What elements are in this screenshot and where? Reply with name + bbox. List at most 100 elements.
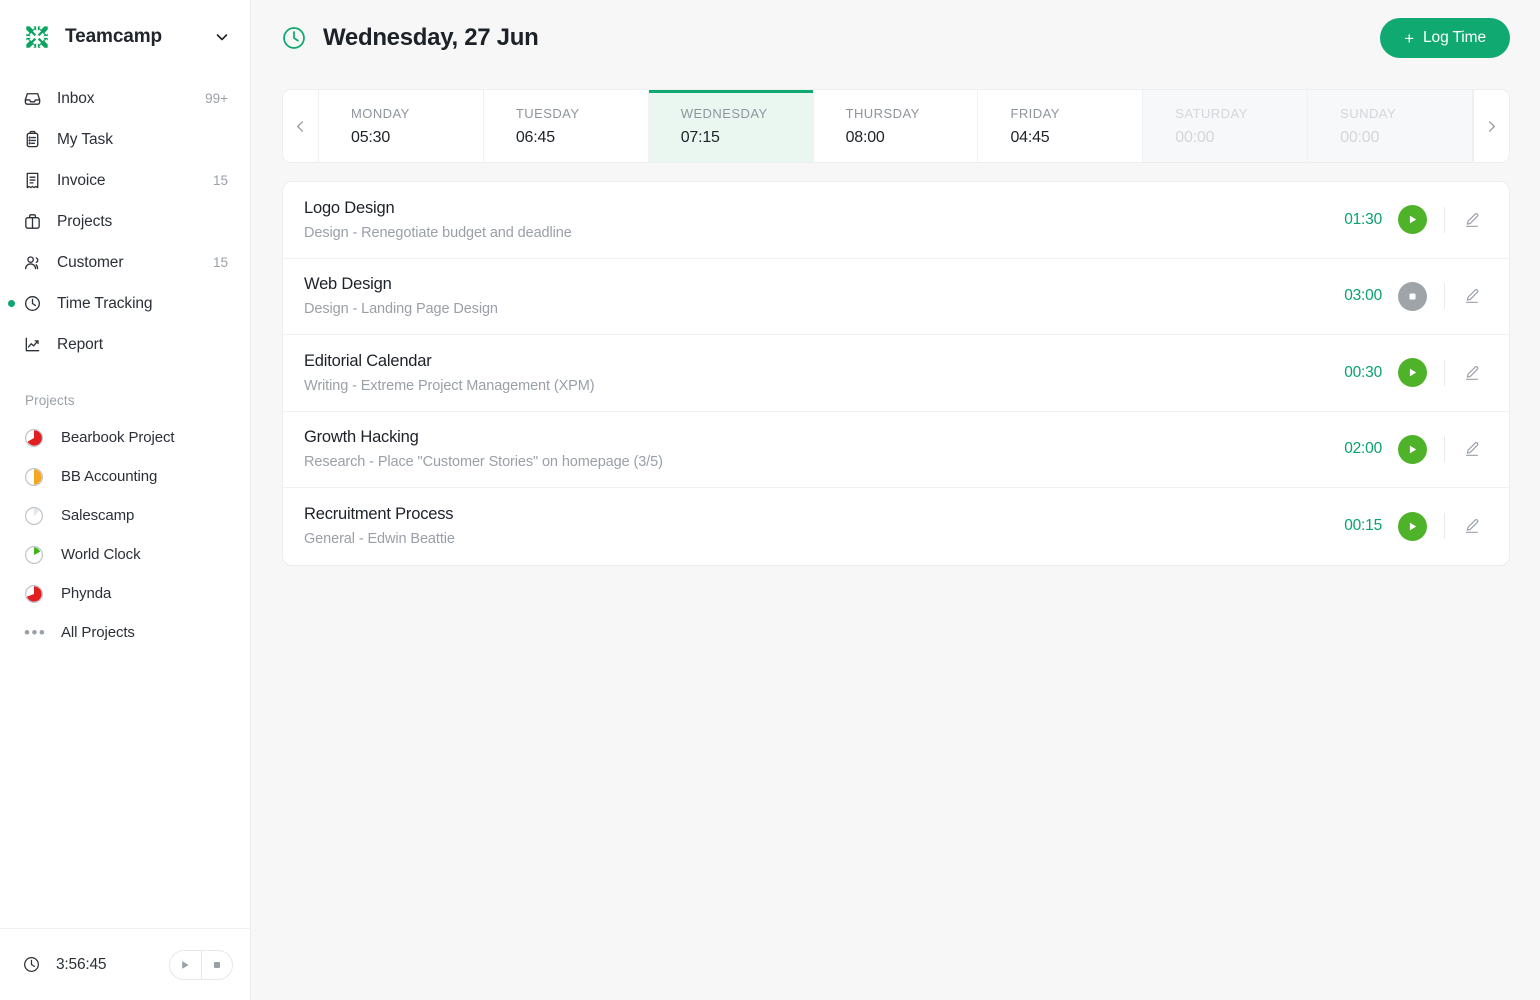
brand-header[interactable]: Teamcamp bbox=[0, 0, 250, 74]
play-icon[interactable] bbox=[1398, 511, 1427, 541]
table-row[interactable]: Growth Hacking Research - Place "Custome… bbox=[283, 412, 1509, 488]
sidebar-item-label: Customer bbox=[57, 253, 124, 271]
day-time: 00:00 bbox=[1340, 128, 1380, 146]
divider bbox=[1444, 436, 1445, 463]
task-duration: 00:15 bbox=[1344, 517, 1382, 535]
clock-icon bbox=[22, 294, 42, 314]
day-tab-friday[interactable]: FRIDAY 04:45 bbox=[978, 90, 1144, 162]
page-title: Wednesday, 27 Jun bbox=[323, 24, 539, 51]
users-icon bbox=[22, 253, 42, 273]
pencil-icon[interactable] bbox=[1461, 362, 1483, 384]
sidebar: Teamcamp Inbox 99+ My Task Invoice 15 Pr… bbox=[0, 0, 251, 1000]
day-name: MONDAY bbox=[351, 105, 410, 121]
plus-icon: + bbox=[1404, 28, 1415, 48]
task-duration: 01:30 bbox=[1344, 210, 1382, 228]
brand-name: Teamcamp bbox=[65, 26, 163, 47]
sidebar-item-report[interactable]: Report bbox=[0, 324, 250, 365]
stop-icon[interactable] bbox=[1398, 281, 1427, 311]
day-name: FRIDAY bbox=[1010, 105, 1060, 121]
task-subtitle: Writing - Extreme Project Management (XP… bbox=[304, 377, 595, 394]
day-tab-wednesday[interactable]: WEDNESDAY 07:15 bbox=[648, 90, 814, 162]
clock-icon bbox=[22, 955, 42, 975]
project-item-phynda[interactable]: Phynda bbox=[0, 574, 250, 613]
day-tab-sunday[interactable]: SUNDAY 00:00 bbox=[1308, 90, 1474, 162]
invoice-icon bbox=[22, 171, 42, 191]
table-row[interactable]: Logo Design Design - Renegotiate budget … bbox=[283, 182, 1509, 259]
task-subtitle: Design - Renegotiate budget and deadline bbox=[304, 224, 572, 241]
primary-navigation: Inbox 99+ My Task Invoice 15 Projects Cu… bbox=[0, 74, 250, 365]
projects-section-title: Projects bbox=[25, 393, 75, 408]
chart-line-icon bbox=[22, 335, 42, 355]
log-time-button[interactable]: + Log Time bbox=[1380, 18, 1510, 58]
divider bbox=[1444, 283, 1445, 310]
day-name: TUESDAY bbox=[515, 105, 580, 121]
sidebar-item-my-task[interactable]: My Task bbox=[0, 119, 250, 160]
pencil-icon[interactable] bbox=[1461, 285, 1483, 307]
project-item-label: Bearbook Project bbox=[61, 429, 175, 446]
sidebar-item-time-tracking[interactable]: Time Tracking bbox=[0, 283, 250, 324]
project-item-world-clock[interactable]: World Clock bbox=[0, 535, 250, 574]
clock-icon bbox=[281, 25, 307, 51]
sidebar-item-inbox[interactable]: Inbox 99+ bbox=[0, 78, 250, 119]
pencil-icon[interactable] bbox=[1461, 209, 1483, 231]
table-row[interactable]: Recruitment Process General - Edwin Beat… bbox=[283, 488, 1509, 565]
project-item-bearbook-project[interactable]: Bearbook Project bbox=[0, 418, 250, 457]
sidebar-item-badge: 15 bbox=[212, 255, 228, 270]
sidebar-item-label: Projects bbox=[57, 212, 113, 230]
project-item-salescamp[interactable]: Salescamp bbox=[0, 496, 250, 535]
pie-progress-icon bbox=[23, 544, 45, 566]
ellipsis-icon: ••• bbox=[24, 623, 47, 642]
pie-progress-icon bbox=[23, 505, 45, 527]
week-day-tabs: MONDAY 05:30 TUESDAY 06:45 WEDNESDAY 07:… bbox=[282, 89, 1510, 163]
time-entry-list: Logo Design Design - Renegotiate budget … bbox=[282, 181, 1510, 566]
project-item-label: BB Accounting bbox=[61, 468, 158, 485]
day-name: SUNDAY bbox=[1340, 105, 1397, 121]
sidebar-item-invoice[interactable]: Invoice 15 bbox=[0, 160, 250, 201]
task-duration: 00:30 bbox=[1344, 363, 1382, 381]
task-subtitle: Design - Landing Page Design bbox=[304, 301, 498, 318]
task-actions: 01:30 bbox=[1344, 205, 1483, 235]
table-row[interactable]: Editorial Calendar Writing - Extreme Pro… bbox=[283, 335, 1509, 412]
day-tab-thursday[interactable]: THURSDAY 08:00 bbox=[813, 90, 979, 162]
task-subtitle: Research - Place "Customer Stories" on h… bbox=[304, 454, 663, 471]
chevron-left-icon[interactable] bbox=[283, 90, 319, 162]
day-name: THURSDAY bbox=[845, 105, 920, 121]
teamcamp-logo-icon bbox=[22, 22, 52, 52]
sidebar-item-projects[interactable]: Projects bbox=[0, 201, 250, 242]
task-info: Growth Hacking Research - Place "Custome… bbox=[304, 428, 663, 470]
project-item-label: Salescamp bbox=[61, 507, 135, 524]
day-time: 06:45 bbox=[515, 128, 555, 146]
task-actions: 00:15 bbox=[1344, 511, 1483, 541]
task-duration: 02:00 bbox=[1344, 440, 1382, 458]
log-time-label: Log Time bbox=[1423, 29, 1486, 46]
task-title: Recruitment Process bbox=[304, 505, 454, 524]
sidebar-item-customer[interactable]: Customer 15 bbox=[0, 242, 250, 283]
play-icon[interactable] bbox=[1398, 205, 1427, 235]
footer-total-time: 3:56:45 bbox=[56, 955, 107, 973]
divider bbox=[1444, 513, 1445, 540]
play-icon[interactable] bbox=[1398, 434, 1427, 464]
table-row[interactable]: Web Design Design - Landing Page Design … bbox=[283, 259, 1509, 335]
day-tab-monday[interactable]: MONDAY 05:30 bbox=[319, 90, 484, 162]
day-name: SATURDAY bbox=[1175, 105, 1248, 121]
day-tab-tuesday[interactable]: TUESDAY 06:45 bbox=[483, 90, 649, 162]
play-icon[interactable] bbox=[1398, 358, 1427, 388]
project-item-bb-accounting[interactable]: BB Accounting bbox=[0, 457, 250, 496]
chevron-right-icon[interactable] bbox=[1473, 90, 1509, 162]
stop-icon[interactable] bbox=[200, 950, 233, 979]
task-title: Web Design bbox=[304, 275, 392, 294]
sidebar-item-badge: 99+ bbox=[205, 91, 228, 106]
project-item-all-projects[interactable]: ••• All Projects bbox=[0, 613, 250, 652]
chevron-down-icon[interactable] bbox=[214, 29, 230, 45]
play-icon[interactable] bbox=[170, 951, 201, 979]
divider bbox=[1444, 359, 1445, 386]
day-tab-saturday[interactable]: SATURDAY 00:00 bbox=[1143, 90, 1309, 162]
pencil-icon[interactable] bbox=[1461, 438, 1483, 460]
pencil-icon[interactable] bbox=[1461, 515, 1483, 537]
day-time: 04:45 bbox=[1010, 128, 1050, 146]
task-info: Editorial Calendar Writing - Extreme Pro… bbox=[304, 351, 595, 394]
task-title: Editorial Calendar bbox=[304, 351, 432, 370]
pie-progress-icon bbox=[23, 466, 45, 488]
project-item-label: World Clock bbox=[61, 546, 141, 563]
page-header: Wednesday, 27 Jun + Log Time bbox=[251, 0, 1540, 76]
